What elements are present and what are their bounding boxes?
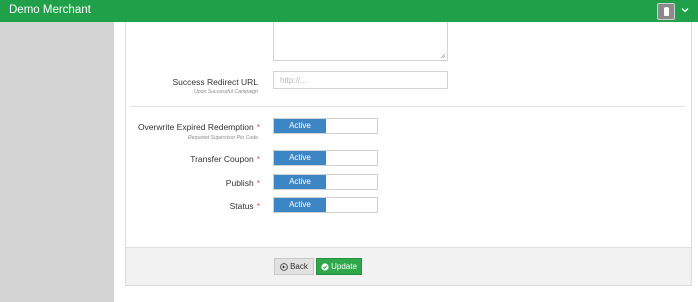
toggle-active-label: Active	[274, 198, 326, 212]
transfer-coupon-label: Transfer Coupon *	[190, 154, 260, 164]
success-redirect-sub: Upon Successful Campaign	[193, 89, 258, 95]
success-redirect-input[interactable]	[273, 71, 448, 89]
toggle-active-label: Active	[274, 175, 326, 189]
supervisor-url-textarea[interactable]	[273, 22, 448, 61]
back-button-label: Back	[290, 262, 308, 271]
transfer-coupon-toggle[interactable]: Active	[273, 150, 378, 166]
user-avatar[interactable]	[657, 3, 675, 20]
back-button[interactable]: Back	[274, 258, 314, 275]
chevron-down-icon[interactable]	[680, 5, 690, 15]
overwrite-expired-label: Overwrite Expired Redemption *	[137, 122, 260, 132]
required-marker: *	[256, 154, 260, 164]
form-footer	[126, 247, 691, 285]
required-marker: *	[256, 201, 260, 211]
user-silhouette-icon	[664, 7, 669, 16]
success-redirect-label: Success Redirect URL	[172, 77, 258, 87]
top-navbar: Demo Merchant	[0, 0, 698, 22]
overwrite-expired-sub: Required Supervisor Pin Code	[187, 135, 258, 141]
check-circle-icon	[321, 262, 329, 271]
status-toggle[interactable]: Active	[273, 197, 378, 213]
status-label: Status *	[229, 201, 260, 211]
overwrite-expired-toggle[interactable]: Active	[273, 118, 378, 134]
update-button[interactable]: Update	[316, 258, 362, 275]
publish-label: Publish *	[225, 178, 260, 188]
section-divider	[130, 106, 685, 107]
required-marker: *	[256, 178, 260, 188]
sidebar	[0, 22, 114, 302]
publish-toggle[interactable]: Active	[273, 174, 378, 190]
toggle-active-label: Active	[274, 119, 326, 133]
toggle-active-label: Active	[274, 151, 326, 165]
brand-name[interactable]: Demo Merchant	[9, 4, 91, 16]
resize-handle-icon[interactable]	[440, 53, 446, 59]
arrow-left-circle-icon	[280, 262, 288, 271]
required-marker: *	[256, 122, 260, 132]
update-button-label: Update	[331, 262, 357, 271]
